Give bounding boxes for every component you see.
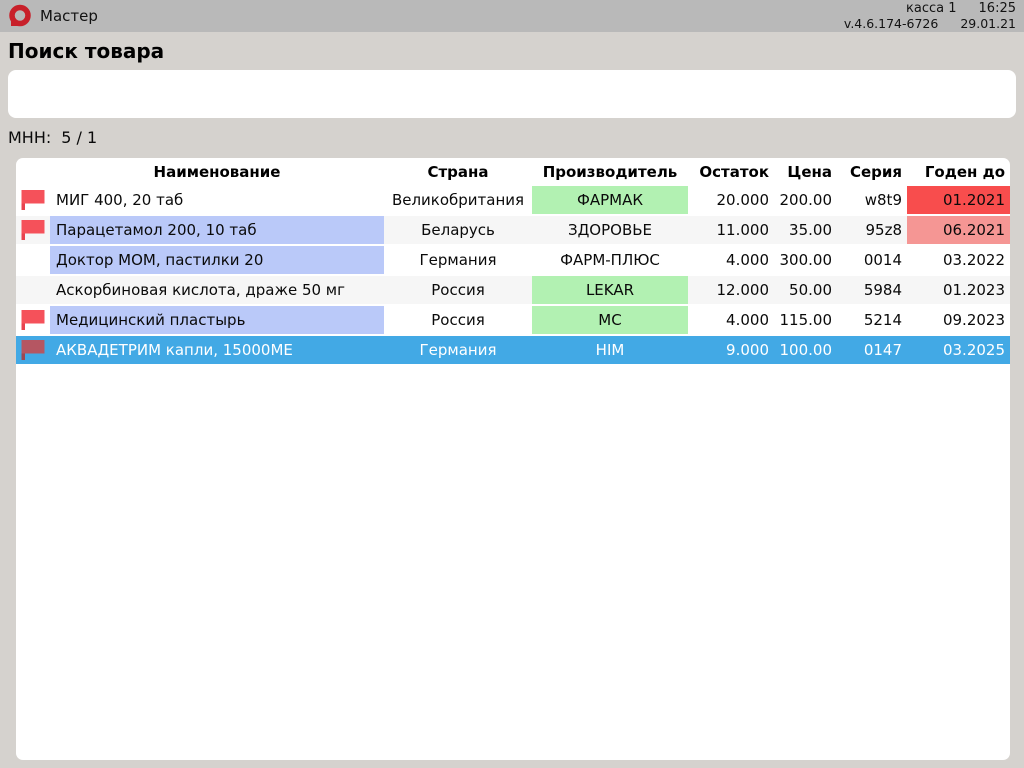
flag-icon bbox=[20, 339, 46, 361]
mnn-label: МНН: bbox=[8, 128, 51, 147]
app-title: Мастер bbox=[40, 7, 98, 25]
page-title: Поиск товара bbox=[8, 39, 1016, 66]
cell-series: 0014 bbox=[837, 246, 907, 274]
results-panel: Наименование Страна Производитель Остато… bbox=[16, 158, 1010, 760]
header-flag bbox=[16, 160, 50, 184]
cell-country: Германия bbox=[384, 336, 532, 364]
cell-stock: 9.000 bbox=[688, 336, 774, 364]
cell-series: 5214 bbox=[837, 306, 907, 334]
mnn-status: МНН: 5 / 1 bbox=[8, 128, 1016, 150]
cell-name: Медицинский пластырь bbox=[50, 306, 384, 334]
cell-price: 200.00 bbox=[774, 186, 837, 214]
cell-stock: 11.000 bbox=[688, 216, 774, 244]
product-table: Наименование Страна Производитель Остато… bbox=[16, 158, 1010, 366]
cell-manufacturer: ФАРМ-ПЛЮС bbox=[532, 246, 688, 274]
table-row[interactable]: МИГ 400, 20 таб Великобритания ФАРМАК 20… bbox=[16, 186, 1010, 214]
date-label: 29.01.21 bbox=[960, 16, 1016, 31]
cell-name: Аскорбиновая кислота, драже 50 мг bbox=[50, 276, 384, 304]
table-row[interactable]: Медицинский пластырь Россия МС 4.000 115… bbox=[16, 306, 1010, 334]
cell-country: Россия bbox=[384, 306, 532, 334]
cell-price: 115.00 bbox=[774, 306, 837, 334]
cell-stock: 4.000 bbox=[688, 306, 774, 334]
cell-manufacturer: HIM bbox=[532, 336, 688, 364]
cell-series: w8t9 bbox=[837, 186, 907, 214]
cell-stock: 20.000 bbox=[688, 186, 774, 214]
cell-name: Доктор МОМ, пастилки 20 bbox=[50, 246, 384, 274]
header-series: Серия bbox=[837, 160, 907, 184]
cell-expiry: 01.2023 bbox=[907, 276, 1010, 304]
table-row[interactable]: Аскорбиновая кислота, драже 50 мг Россия… bbox=[16, 276, 1010, 304]
cell-expiry: 03.2025 bbox=[907, 336, 1010, 364]
cell-expiry: 03.2022 bbox=[907, 246, 1010, 274]
cell-price: 300.00 bbox=[774, 246, 837, 274]
search-input[interactable] bbox=[8, 70, 1016, 118]
cell-expiry: 06.2021 bbox=[907, 216, 1010, 244]
mnn-value: 5 / 1 bbox=[61, 128, 97, 147]
cell-country: Беларусь bbox=[384, 216, 532, 244]
session-info: касса 1 16:25 v.4.6.174-6726 29.01.21 bbox=[844, 1, 1016, 31]
flag-icon bbox=[20, 309, 46, 331]
flag-icon bbox=[20, 219, 46, 241]
cell-stock: 4.000 bbox=[688, 246, 774, 274]
cell-manufacturer: ФАРМАК bbox=[532, 186, 688, 214]
product-table-body: МИГ 400, 20 таб Великобритания ФАРМАК 20… bbox=[16, 186, 1010, 364]
cell-manufacturer: LEKAR bbox=[532, 276, 688, 304]
app-logo-icon bbox=[8, 4, 32, 28]
top-bar: Мастер касса 1 16:25 v.4.6.174-6726 29.0… bbox=[0, 0, 1024, 32]
cell-expiry: 01.2021 bbox=[907, 186, 1010, 214]
cell-country: Россия bbox=[384, 276, 532, 304]
cell-expiry: 09.2023 bbox=[907, 306, 1010, 334]
cell-name: МИГ 400, 20 таб bbox=[50, 186, 384, 214]
table-header-row: Наименование Страна Производитель Остато… bbox=[16, 160, 1010, 184]
cell-price: 50.00 bbox=[774, 276, 837, 304]
table-row[interactable]: АКВАДЕТРИМ капли, 15000МЕ Германия HIM 9… bbox=[16, 336, 1010, 364]
cell-stock: 12.000 bbox=[688, 276, 774, 304]
header-price: Цена bbox=[774, 160, 837, 184]
cell-name: Парацетамол 200, 10 таб bbox=[50, 216, 384, 244]
header-expiry: Годен до bbox=[907, 160, 1010, 184]
header-country: Страна bbox=[384, 160, 532, 184]
table-row[interactable]: Парацетамол 200, 10 таб Беларусь ЗДОРОВЬ… bbox=[16, 216, 1010, 244]
header-manufacturer: Производитель bbox=[532, 160, 688, 184]
cell-country: Великобритания bbox=[384, 186, 532, 214]
cell-series: 5984 bbox=[837, 276, 907, 304]
cell-manufacturer: МС bbox=[532, 306, 688, 334]
register-label: касса 1 bbox=[906, 1, 956, 16]
flag-icon bbox=[20, 189, 46, 211]
cell-manufacturer: ЗДОРОВЬЕ bbox=[532, 216, 688, 244]
cell-series: 95z8 bbox=[837, 216, 907, 244]
version-label: v.4.6.174-6726 bbox=[844, 16, 938, 31]
cell-price: 100.00 bbox=[774, 336, 837, 364]
table-row[interactable]: Доктор МОМ, пастилки 20 Германия ФАРМ-ПЛ… bbox=[16, 246, 1010, 274]
cell-price: 35.00 bbox=[774, 216, 837, 244]
clock: 16:25 bbox=[979, 1, 1016, 16]
cell-name: АКВАДЕТРИМ капли, 15000МЕ bbox=[50, 336, 384, 364]
cell-series: 0147 bbox=[837, 336, 907, 364]
header-stock: Остаток bbox=[688, 160, 774, 184]
header-name: Наименование bbox=[50, 160, 384, 184]
cell-country: Германия bbox=[384, 246, 532, 274]
